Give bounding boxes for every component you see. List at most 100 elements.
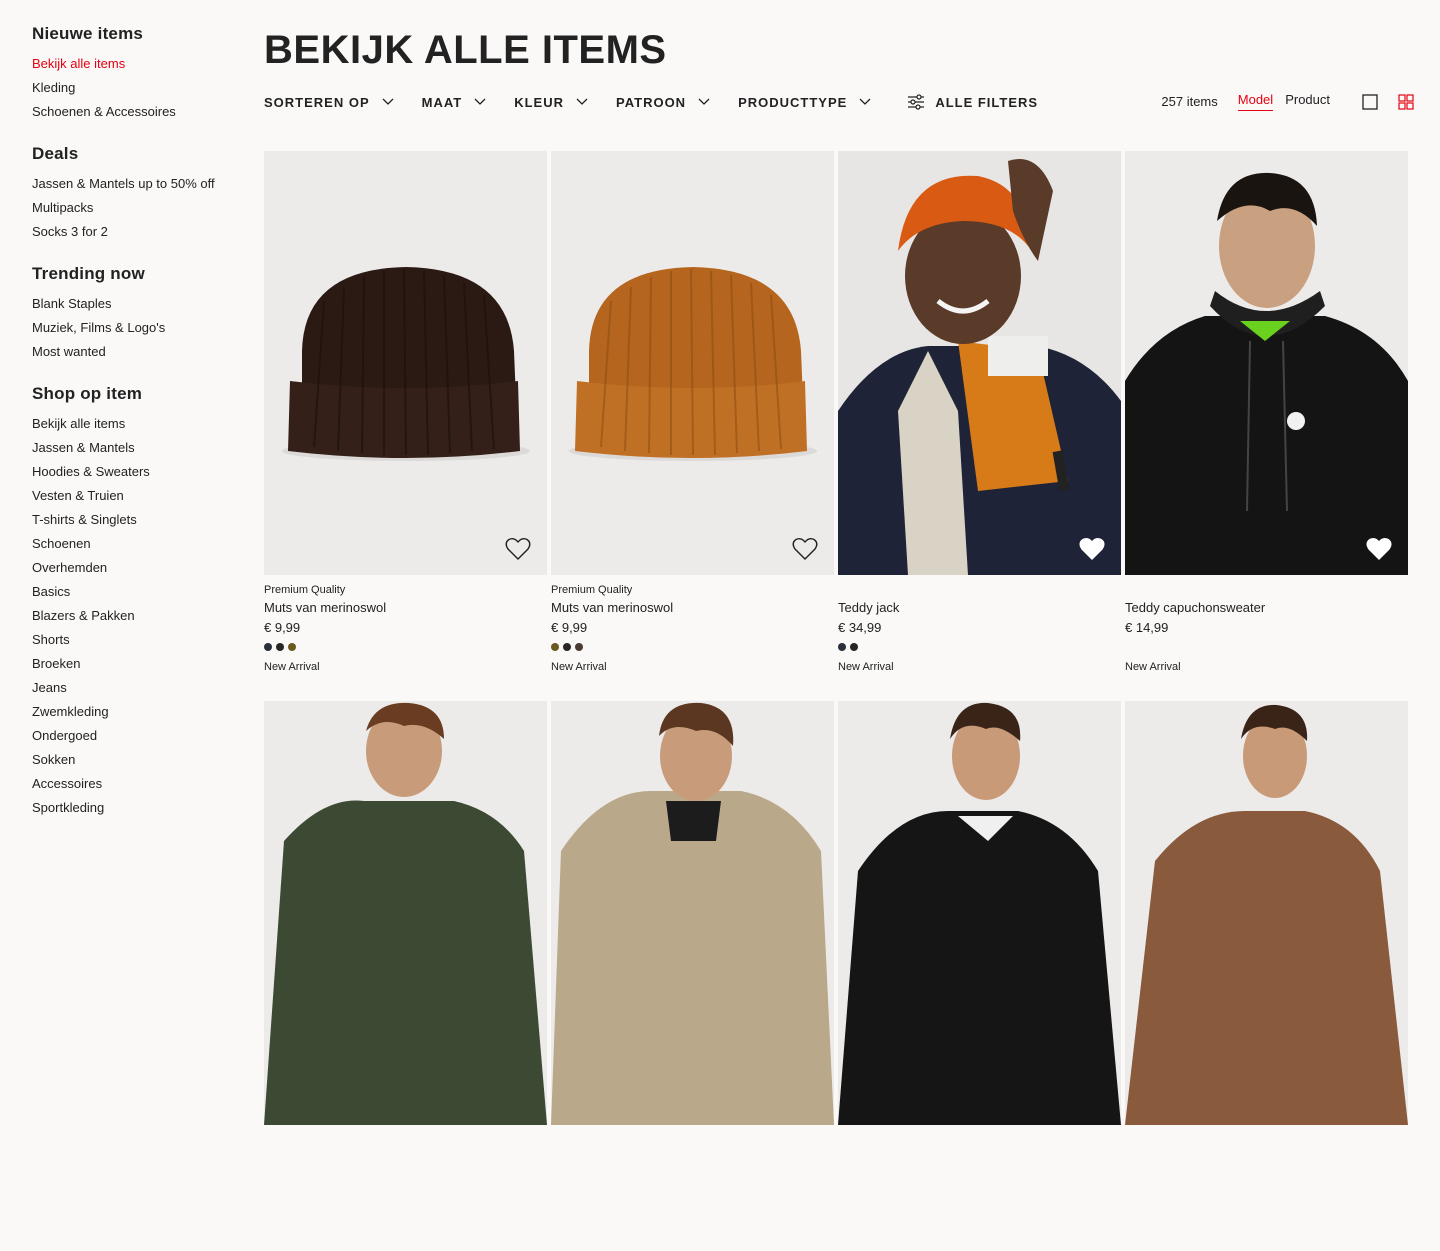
color-swatches <box>1125 643 1408 651</box>
color-swatches <box>551 643 834 651</box>
pattern-filter-label: PATROON <box>616 94 687 110</box>
color-swatch[interactable] <box>850 643 858 651</box>
product-image[interactable] <box>264 151 547 575</box>
product-card[interactable] <box>551 701 834 1251</box>
product-image[interactable] <box>838 701 1121 1125</box>
product-info: Premium Quality Muts van merinoswol € 9,… <box>264 575 547 701</box>
product-image[interactable] <box>838 151 1121 575</box>
black-hoodie-2-model-image <box>838 701 1121 1125</box>
nav-heading[interactable]: Shop op item <box>32 384 242 404</box>
product-image[interactable] <box>1125 151 1408 575</box>
sidebar-item-shorts[interactable]: Shorts <box>32 628 242 652</box>
product-card[interactable] <box>838 701 1121 1251</box>
product-type-filter-dropdown[interactable]: PRODUCTTYPE <box>738 95 871 110</box>
all-filters-button[interactable]: ALLE FILTERS <box>907 94 1038 110</box>
color-swatch[interactable] <box>575 643 583 651</box>
sidebar-item-hoodies[interactable]: Hoodies & Sweaters <box>32 460 242 484</box>
sidebar-item-cardigans[interactable]: Vesten & Truien <box>32 484 242 508</box>
sidebar-item-blazers[interactable]: Blazers & Pakken <box>32 604 242 628</box>
chevron-down-icon <box>382 98 394 106</box>
product-name[interactable]: Teddy capuchonsweater <box>1125 599 1408 617</box>
beige-parka-model-image <box>551 701 834 1125</box>
teddy-jacket-model-image <box>838 151 1121 575</box>
product-info: Teddy jack € 34,99 New Arrival <box>838 575 1121 701</box>
sidebar-item-socks-deal[interactable]: Socks 3 for 2 <box>32 220 242 244</box>
sidebar-item-accessories[interactable]: Accessoires <box>32 772 242 796</box>
product-card[interactable] <box>1125 701 1408 1251</box>
color-filter-label: KLEUR <box>514 94 564 110</box>
sidebar-item-shoes-accessories[interactable]: Schoenen & Accessoires <box>32 100 242 124</box>
product-image[interactable] <box>264 701 547 1125</box>
heart-icon[interactable] <box>1079 537 1105 561</box>
pattern-filter-dropdown[interactable]: PATROON <box>616 95 710 110</box>
sidebar-item-tshirts[interactable]: T-shirts & Singlets <box>32 508 242 532</box>
sidebar-item-view-all[interactable]: Bekijk alle items <box>32 412 242 436</box>
product-image[interactable] <box>551 151 834 575</box>
color-swatch[interactable] <box>838 643 846 651</box>
heart-icon[interactable] <box>1366 537 1392 561</box>
product-price: € 34,99 <box>838 620 882 635</box>
product-name[interactable]: Teddy jack <box>838 599 1121 617</box>
single-column-icon[interactable] <box>1362 93 1378 110</box>
chevron-down-icon <box>474 98 486 106</box>
sort-label: SORTEREN OP <box>264 94 370 110</box>
nav-heading[interactable]: Nieuwe items <box>32 24 242 44</box>
sidebar-item-swimwear[interactable]: Zwemkleding <box>32 700 242 724</box>
color-swatch[interactable] <box>264 643 272 651</box>
chevron-down-icon <box>698 98 710 106</box>
product-price: € 14,99 <box>1125 620 1169 635</box>
color-swatch[interactable] <box>563 643 571 651</box>
sidebar-item-blank-staples[interactable]: Blank Staples <box>32 292 242 316</box>
grid-view-icon[interactable] <box>1398 93 1414 110</box>
sidebar-item-music-films-logos[interactable]: Muziek, Films & Logo's <box>32 316 242 340</box>
sidebar-item-underwear[interactable]: Ondergoed <box>32 724 242 748</box>
new-arrival-badge: New Arrival <box>264 661 320 673</box>
model-view-toggle[interactable]: Model <box>1237 92 1274 111</box>
new-arrival-badge: New Arrival <box>1125 661 1181 673</box>
sidebar-item-trousers[interactable]: Broeken <box>32 652 242 676</box>
nav-heading[interactable]: Deals <box>32 144 242 164</box>
size-filter-dropdown[interactable]: MAAT <box>422 95 487 110</box>
sidebar-item-sportswear[interactable]: Sportkleding <box>32 796 242 820</box>
product-card[interactable]: Premium Quality Muts van merinoswol € 9,… <box>264 151 547 701</box>
orange-beanie-image <box>569 267 817 461</box>
product-name[interactable]: Muts van merinoswol <box>264 599 547 617</box>
sidebar-item-multipacks[interactable]: Multipacks <box>32 196 242 220</box>
heart-icon[interactable] <box>792 537 818 561</box>
heart-icon[interactable] <box>505 537 531 561</box>
result-count: 257 items <box>1161 94 1218 109</box>
color-swatch[interactable] <box>276 643 284 651</box>
sidebar-item-socks[interactable]: Sokken <box>32 748 242 772</box>
product-image[interactable] <box>1125 701 1408 1125</box>
nav-section-new: Nieuwe items Bekijk alle items Kleding S… <box>32 24 242 124</box>
chevron-down-icon <box>576 98 588 106</box>
sort-dropdown[interactable]: SORTEREN OP <box>264 95 394 110</box>
sidebar-item-jackets-deal[interactable]: Jassen & Mantels up to 50% off <box>32 172 242 196</box>
sidebar-item-shoes[interactable]: Schoenen <box>32 532 242 556</box>
sidebar-item-basics[interactable]: Basics <box>32 580 242 604</box>
color-swatch[interactable] <box>288 643 296 651</box>
product-grid: Premium Quality Muts van merinoswol € 9,… <box>264 151 1408 1251</box>
nav-heading[interactable]: Trending now <box>32 264 242 284</box>
sidebar-item-jackets[interactable]: Jassen & Mantels <box>32 436 242 460</box>
sidebar-item-shirts[interactable]: Overhemden <box>32 556 242 580</box>
color-filter-dropdown[interactable]: KLEUR <box>514 95 588 110</box>
product-name[interactable]: Muts van merinoswol <box>551 599 834 617</box>
product-card[interactable]: Teddy jack € 34,99 New Arrival <box>838 151 1121 701</box>
nav-section-shop-by-item: Shop op item Bekijk alle items Jassen & … <box>32 384 242 820</box>
product-card[interactable] <box>264 701 547 1251</box>
view-controls: 257 items Model Product <box>1161 92 1414 111</box>
sidebar-item-jeans[interactable]: Jeans <box>32 676 242 700</box>
product-view-toggle[interactable]: Product <box>1285 92 1330 111</box>
sidebar-item-view-all-new[interactable]: Bekijk alle items <box>32 52 242 76</box>
sidebar-item-clothing[interactable]: Kleding <box>32 76 242 100</box>
sidebar-item-most-wanted[interactable]: Most wanted <box>32 340 242 364</box>
product-price: € 9,99 <box>264 620 301 635</box>
product-image[interactable] <box>551 701 834 1125</box>
product-card[interactable]: Premium Quality Muts van merinoswol € 9,… <box>551 151 834 701</box>
color-swatch[interactable] <box>551 643 559 651</box>
product-info: Premium Quality Muts van merinoswol € 9,… <box>551 575 834 701</box>
product-card[interactable]: Teddy capuchonsweater € 14,99 New Arriva… <box>1125 151 1408 701</box>
sidebar-nav: Nieuwe items Bekijk alle items Kleding S… <box>32 24 242 840</box>
new-arrival-badge: New Arrival <box>838 661 894 673</box>
